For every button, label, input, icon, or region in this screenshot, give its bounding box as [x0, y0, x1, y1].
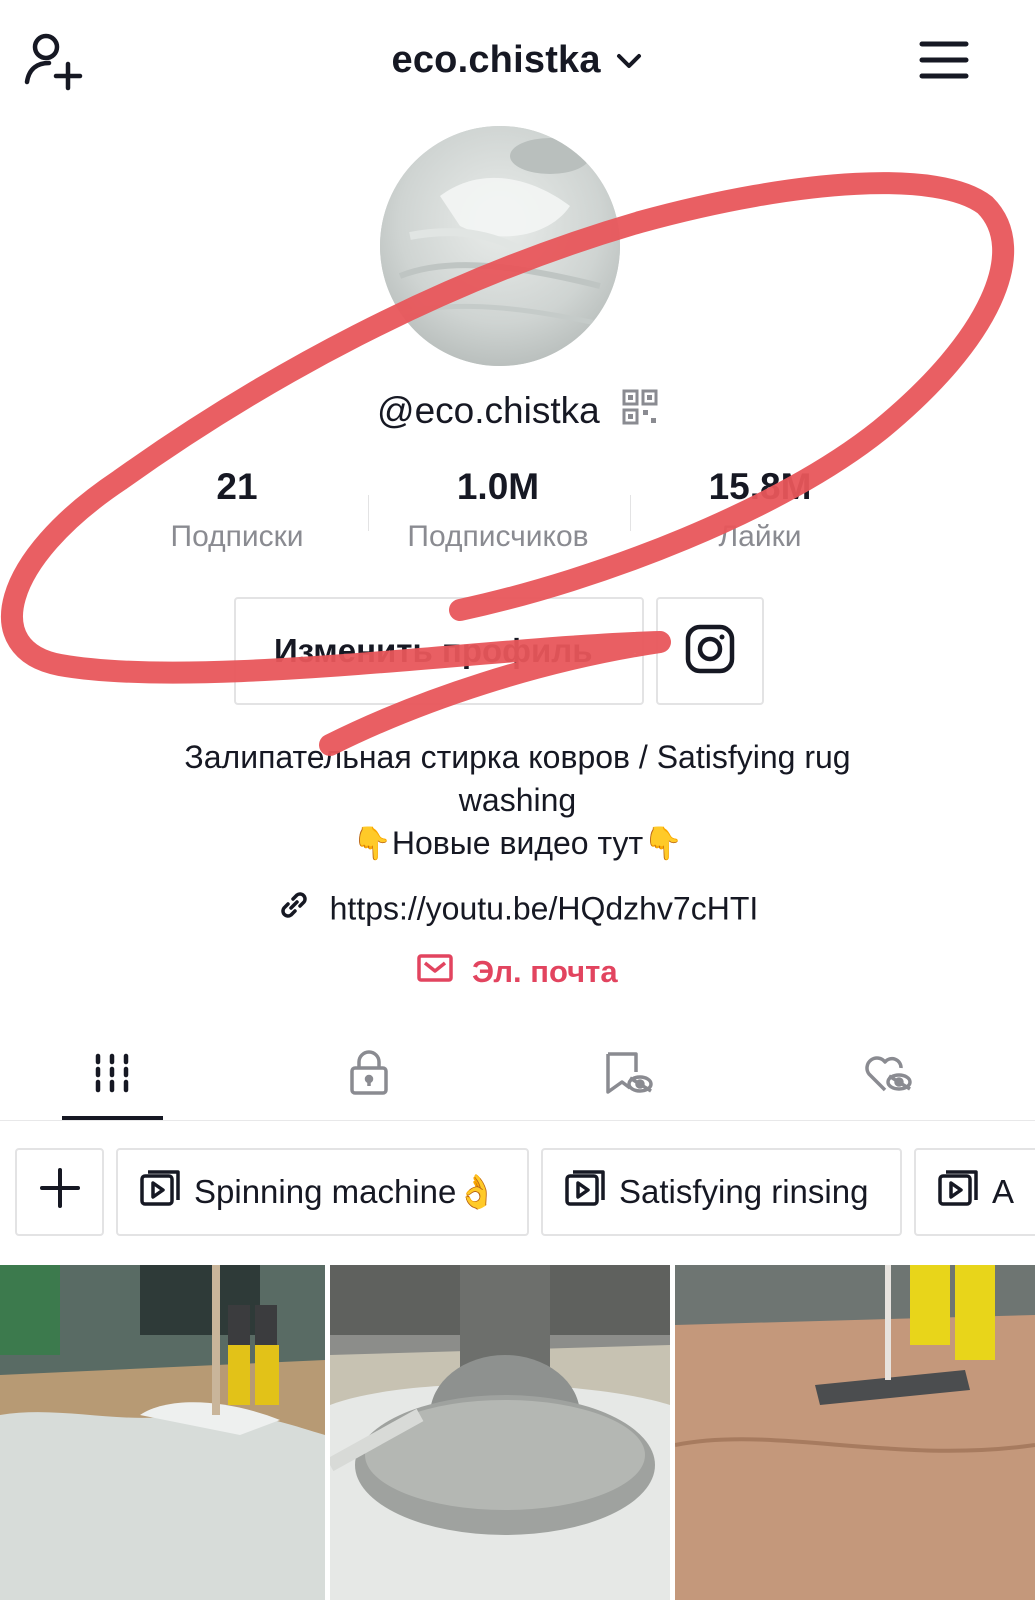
lock-icon [348, 1049, 390, 1101]
stat-followers-value: 1.0M [456, 466, 540, 507]
tab-liked[interactable] [837, 1045, 937, 1105]
edit-profile-button[interactable]: Изменить профиль [234, 597, 644, 705]
avatar[interactable] [380, 126, 620, 366]
tab-favorites[interactable] [578, 1045, 678, 1105]
heart-hidden-icon [861, 1050, 913, 1101]
ok-hand-emoji: 👌 [456, 1172, 498, 1210]
stat-following-label: Подписки [170, 520, 304, 553]
profile-handle-row: @eco.chistka [0, 388, 1035, 434]
tab-private[interactable] [319, 1045, 419, 1105]
stat-likes-label: Лайки [718, 520, 802, 553]
qr-code-icon[interactable] [622, 389, 658, 434]
playlist-icon [936, 1168, 980, 1216]
menu-icon[interactable] [918, 40, 970, 85]
profile-link[interactable]: https://youtu.be/HQdzhv7cHTI [0, 888, 1035, 930]
stat-followers-label: Подписчиков [407, 520, 589, 553]
playlist-chip[interactable]: A [914, 1148, 1035, 1236]
stat-likes[interactable]: 15.8M Лайки [630, 466, 890, 554]
bookmark-hidden-icon [602, 1050, 654, 1101]
profile-handle: @eco.chistka [377, 390, 600, 432]
bio-line: Залипательная стирка ковров / Satisfying… [184, 739, 851, 775]
stat-followers[interactable]: 1.0M Подписчиков [368, 466, 628, 554]
chevron-down-icon [615, 39, 643, 82]
point-down-emoji: 👇 [643, 825, 683, 861]
playlist-label: A [992, 1173, 1015, 1210]
edit-profile-label: Изменить профиль [274, 632, 593, 669]
playlist-chip[interactable]: Satisfying rinsing [541, 1148, 902, 1236]
playlist-label: Satisfying rinsing [619, 1173, 869, 1210]
plus-icon [39, 1167, 81, 1217]
email-label: Эл. почта [472, 953, 618, 989]
instagram-icon [684, 623, 736, 680]
point-down-emoji: 👇 [352, 825, 392, 861]
playlist-icon [563, 1168, 607, 1216]
playlist-icon [138, 1168, 182, 1216]
tabs-divider [0, 1120, 1035, 1121]
playlist-chip[interactable]: Spinning machine 👌 [116, 1148, 529, 1236]
video-thumbnail[interactable] [330, 1265, 670, 1600]
add-playlist-button[interactable] [15, 1148, 104, 1236]
profile-link-text: https://youtu.be/HQdzhv7cHTI [329, 890, 759, 927]
email-button[interactable]: Эл. почта [0, 952, 1035, 991]
mail-icon [417, 953, 454, 991]
bio-line: 👇Новые видео тут👇 [0, 822, 1035, 865]
stat-likes-value: 15.8M [708, 466, 812, 507]
grid-icon [92, 1052, 132, 1099]
stat-following-value: 21 [216, 466, 258, 507]
instagram-button[interactable] [656, 597, 764, 705]
stat-following[interactable]: 21 Подписки [107, 466, 367, 554]
header-username: eco.chistka [391, 39, 601, 82]
account-switcher[interactable]: eco.chistka [0, 38, 1035, 82]
bio-line-text: Новые видео тут [391, 825, 644, 861]
link-icon [277, 888, 311, 930]
bio-line: washing [458, 782, 577, 818]
tab-videos[interactable] [62, 1045, 162, 1105]
video-thumbnail[interactable] [675, 1265, 1035, 1600]
playlist-label: Spinning machine [194, 1173, 457, 1210]
bio: Залипательная стирка ковров / Satisfying… [0, 736, 1035, 865]
video-thumbnail[interactable] [0, 1265, 325, 1600]
